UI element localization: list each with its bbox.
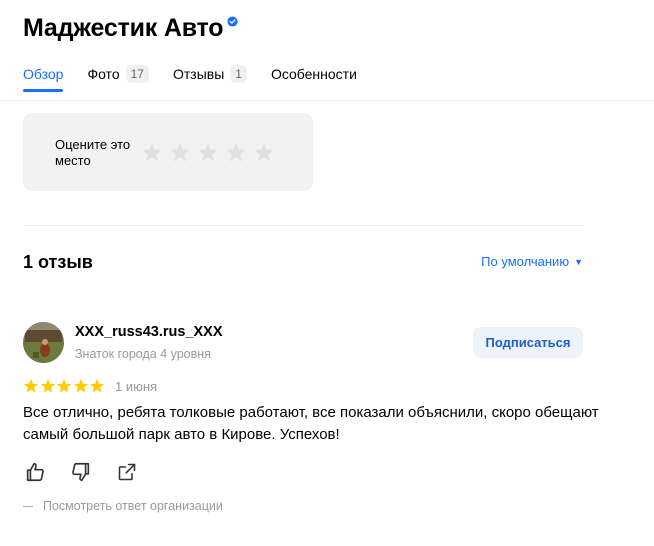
subscribe-button[interactable]: Подписаться: [473, 327, 583, 358]
share-button[interactable]: [115, 460, 139, 484]
tab-label: Фото: [87, 66, 120, 82]
verified-badge-icon: [227, 16, 238, 27]
tabs-divider: [0, 100, 654, 101]
thumbs-down-icon: [72, 462, 90, 482]
star-filled-icon: [40, 379, 55, 393]
rate-place-card: Оцените это место: [23, 113, 313, 191]
star-filled-icon: [23, 379, 39, 393]
tab-label: Обзор: [23, 66, 64, 82]
dislike-button[interactable]: [69, 460, 93, 484]
dash-icon: [23, 505, 33, 507]
review-actions: [23, 460, 161, 484]
rate-star-5[interactable]: [250, 140, 278, 164]
star-filled-icon: [90, 379, 105, 393]
rate-star-1[interactable]: [138, 140, 166, 164]
review-rating: [23, 378, 106, 394]
share-icon: [118, 463, 136, 481]
rate-star-2[interactable]: [166, 140, 194, 164]
tab-count-badge: 17: [125, 65, 149, 83]
tab-reviews[interactable]: Отзывы 1: [173, 64, 247, 84]
org-response-label: Посмотреть ответ организации: [43, 499, 223, 513]
tab-photos[interactable]: Фото 17: [87, 64, 149, 84]
star-filled-icon: [73, 379, 88, 393]
tabs-bar: Обзор Фото 17 Отзывы 1 Особенности: [23, 64, 381, 92]
reviews-count: 1 отзыв: [23, 252, 93, 272]
sort-dropdown[interactable]: По умолчанию ▼: [481, 254, 583, 269]
tab-count-badge: 1: [230, 65, 247, 83]
rate-star-4[interactable]: [222, 140, 250, 164]
caret-down-icon: ▼: [574, 256, 583, 267]
thumbs-up-icon: [26, 462, 44, 482]
tab-label: Отзывы: [172, 66, 225, 82]
rate-star-3[interactable]: [194, 140, 222, 164]
tab-overview[interactable]: Обзор: [23, 64, 64, 92]
rating-input: [138, 140, 278, 164]
section-divider: [23, 225, 583, 226]
tab-features[interactable]: Особенности: [271, 64, 357, 84]
star-filled-icon: [57, 379, 72, 393]
org-response-link[interactable]: Посмотреть ответ организации: [23, 499, 223, 513]
rate-place-label: Оцените это место: [55, 137, 131, 168]
author-level: Знаток города 4 уровня: [75, 347, 211, 361]
business-name: Маджестик Авто: [23, 14, 224, 42]
business-title: Маджестик Авто: [23, 14, 238, 43]
review-author[interactable]: XXX_russ43.rus_XXX: [75, 324, 223, 340]
tab-label: Особенности: [270, 66, 357, 82]
like-button[interactable]: [23, 460, 47, 484]
avatar[interactable]: [23, 322, 64, 363]
sort-label: По умолчанию: [481, 254, 570, 269]
review-date: 1 июня: [115, 379, 158, 394]
review-text: Все отлично, ребята толковые работают, в…: [23, 404, 599, 443]
